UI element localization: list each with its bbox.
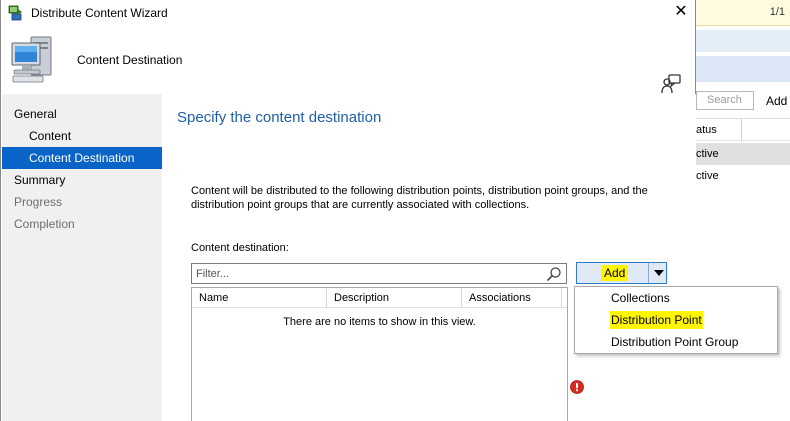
computer-icon bbox=[11, 36, 52, 83]
menu-item-collections[interactable]: Collections bbox=[610, 289, 671, 307]
menu-item-distribution-point-group[interactable]: Distribution Point Group bbox=[610, 333, 739, 351]
wizard-navigation: General Content Content Destination Summ… bbox=[2, 94, 162, 421]
distribute-content-wizard: Distribute Content Wizard ✕ Content Dest… bbox=[0, 0, 696, 421]
filter-box[interactable] bbox=[191, 263, 567, 284]
background-search-button[interactable]: Search bbox=[696, 91, 754, 110]
window-title: Distribute Content Wizard bbox=[31, 6, 168, 20]
close-button[interactable]: ✕ bbox=[665, 0, 697, 24]
close-icon: ✕ bbox=[674, 3, 688, 20]
background-column-status[interactable]: atus bbox=[696, 124, 717, 136]
add-dropdown-button[interactable]: Add bbox=[576, 262, 667, 284]
column-header-name[interactable]: Name bbox=[192, 288, 327, 308]
dropdown-arrow-icon[interactable] bbox=[654, 270, 664, 276]
split-button-separator bbox=[648, 263, 649, 283]
background-info-bar: 1/1 bbox=[696, 0, 790, 26]
column-separator bbox=[741, 119, 742, 141]
banner-title: Content Destination bbox=[77, 53, 183, 67]
add-button-label: Add bbox=[601, 265, 629, 281]
background-column-header: atus bbox=[696, 118, 790, 141]
menu-item-distribution-point[interactable]: Distribution Point bbox=[610, 311, 703, 329]
feedback-icon[interactable] bbox=[660, 73, 682, 95]
page-title: Specify the content destination bbox=[177, 109, 382, 126]
background-list-row[interactable]: ctive bbox=[696, 143, 790, 165]
background-console-window: 1/1 Search Add atus ctive ctive bbox=[695, 0, 790, 421]
column-header-associations[interactable]: Associations bbox=[462, 288, 562, 308]
empty-list-message: There are no items to show in this view. bbox=[283, 316, 476, 328]
wizard-banner: Content Destination bbox=[1, 26, 696, 94]
error-icon bbox=[570, 380, 584, 394]
filter-input[interactable] bbox=[192, 264, 532, 283]
nav-item-summary[interactable]: Summary bbox=[2, 169, 162, 191]
wizard-app-icon bbox=[8, 5, 22, 21]
title-bar: Distribute Content Wizard ✕ bbox=[1, 0, 696, 26]
background-ribbon-band bbox=[696, 30, 790, 52]
nav-item-general[interactable]: General bbox=[2, 103, 162, 125]
search-icon[interactable] bbox=[546, 266, 562, 282]
content-destination-label: Content destination: bbox=[191, 242, 289, 254]
page-content: Specify the content destination Content … bbox=[163, 94, 696, 421]
list-header: Name Description Associations bbox=[192, 288, 567, 308]
page-indicator: 1/1 bbox=[769, 6, 785, 18]
background-add-button[interactable]: Add bbox=[766, 94, 787, 108]
nav-item-completion: Completion bbox=[14, 217, 75, 231]
destination-list[interactable]: Name Description Associations There are … bbox=[191, 287, 568, 421]
background-ribbon-band-2 bbox=[696, 56, 790, 82]
add-dropdown-menu: Collections Distribution Point Distribut… bbox=[574, 286, 778, 354]
column-header-description[interactable]: Description bbox=[327, 288, 462, 308]
background-list-row[interactable]: ctive bbox=[696, 165, 790, 187]
page-description: Content will be distributed to the follo… bbox=[191, 185, 648, 211]
nav-item-progress: Progress bbox=[14, 195, 63, 209]
nav-item-content-destination[interactable]: Content Destination bbox=[2, 147, 162, 169]
nav-item-content[interactable]: Content bbox=[2, 125, 162, 147]
